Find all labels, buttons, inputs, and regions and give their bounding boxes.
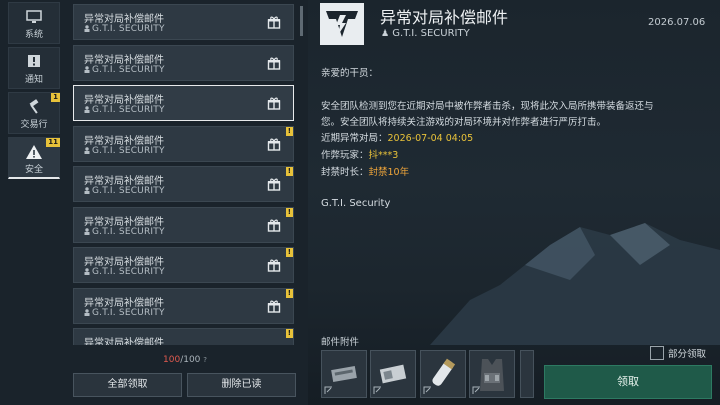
attachment-slot-partial[interactable] bbox=[520, 350, 534, 398]
monitor-icon bbox=[26, 10, 42, 23]
gift-icon bbox=[267, 219, 281, 232]
mail-list-item[interactable]: ! 异常对局补偿邮件 G.T.I. SECURITY bbox=[73, 166, 294, 202]
gti-logo-icon bbox=[326, 11, 358, 37]
mail-list-item[interactable]: 异常对局补偿邮件 G.T.I. SECURITY bbox=[73, 44, 294, 81]
nav-tab-notice[interactable]: 通知 bbox=[8, 47, 60, 89]
match-info: 近期异常对局：2026-07-04 04:05 bbox=[321, 133, 474, 144]
mail-greeting: 亲爱的干员： bbox=[321, 68, 379, 79]
unread-flag: ! bbox=[285, 329, 293, 338]
mail-body-line: 安全团队检测到您在近期对局中被作弊者击杀，现将此次入局所携带装备返还与 bbox=[321, 101, 654, 112]
item-corner-icon bbox=[373, 386, 381, 394]
mail-subject: 异常对局补偿邮件 bbox=[84, 54, 164, 66]
mail-list-item[interactable]: ! 异常对局补偿邮件 G.T.I. SECURITY bbox=[73, 247, 294, 283]
ban-info: 封禁时长：封禁10年 bbox=[321, 167, 410, 178]
nav-tab-system[interactable]: 系统 bbox=[8, 2, 60, 44]
item-corner-icon bbox=[472, 386, 480, 394]
mail-list-scrollbar[interactable] bbox=[300, 6, 303, 36]
mountain-backdrop bbox=[430, 223, 720, 345]
mail-list-item[interactable]: ! 异常对局补偿邮件 G.T.I. SECURITY bbox=[73, 287, 294, 324]
mail-subject: 异常对局补偿邮件 bbox=[84, 95, 164, 106]
nav-tab-trade[interactable]: 1 交易行 bbox=[8, 92, 60, 134]
mail-sender: G.T.I. SECURITY bbox=[84, 65, 165, 75]
mail-detail-sender: ♟ G.T.I. SECURITY bbox=[381, 28, 470, 39]
claim-all-button[interactable]: 全部领取 bbox=[73, 373, 182, 397]
badge-count: 11 bbox=[46, 138, 60, 147]
mail-list-item[interactable]: ! 异常对局补偿邮件 G.T.I. SECURITY bbox=[73, 125, 294, 162]
info-icon: ? bbox=[203, 356, 207, 364]
attachment-slot[interactable] bbox=[469, 350, 515, 398]
mail-detail-title: 异常对局补偿邮件 bbox=[380, 8, 509, 27]
partial-claim-checkbox[interactable] bbox=[650, 346, 664, 360]
person-icon bbox=[84, 65, 90, 73]
gift-icon bbox=[267, 138, 281, 151]
claim-button[interactable]: 领取 bbox=[544, 365, 712, 399]
partial-claim-label: 部分领取 bbox=[668, 349, 707, 360]
unread-flag: ! bbox=[285, 126, 293, 136]
mail-list-item-selected[interactable]: 异常对局补偿邮件 G.T.I. SECURITY bbox=[73, 85, 294, 121]
gift-icon bbox=[267, 97, 281, 110]
mail-list-item[interactable]: ! 异常对局补偿邮件 bbox=[73, 328, 294, 345]
warning-icon bbox=[26, 145, 42, 159]
person-icon bbox=[84, 187, 90, 194]
delete-read-button[interactable]: 删除已读 bbox=[187, 373, 296, 397]
gift-icon bbox=[267, 16, 281, 29]
person-icon bbox=[84, 268, 90, 275]
person-icon bbox=[84, 106, 90, 113]
mail-sender: G.T.I. SECURITY bbox=[84, 105, 165, 115]
attachment-slot[interactable] bbox=[370, 350, 416, 398]
gift-icon bbox=[267, 178, 281, 191]
mail-sender: G.T.I. SECURITY bbox=[84, 146, 165, 156]
nav-tab-label: 安全 bbox=[24, 165, 43, 175]
person-icon bbox=[84, 146, 90, 154]
mail-sender: G.T.I. SECURITY bbox=[84, 227, 165, 237]
mail-signature: G.T.I. Security bbox=[321, 198, 391, 209]
unread-flag: ! bbox=[285, 288, 293, 298]
gift-icon bbox=[267, 57, 281, 70]
item-corner-icon bbox=[423, 386, 431, 394]
nav-tab-label: 通知 bbox=[24, 75, 43, 85]
nav-tab-label: 交易行 bbox=[20, 120, 48, 130]
cheater-info: 作弊玩家：抖***3 bbox=[321, 150, 399, 161]
mail-sender: G.T.I. SECURITY bbox=[84, 267, 165, 277]
mail-subject: 异常对局补偿邮件 bbox=[84, 338, 164, 345]
mail-list[interactable]: 异常对局补偿邮件 G.T.I. SECURITY 异常对局补偿邮件 G.T.I.… bbox=[73, 0, 296, 345]
mail-subject: 异常对局补偿邮件 bbox=[84, 297, 164, 309]
sender-logo bbox=[320, 3, 364, 45]
person-icon bbox=[84, 308, 90, 316]
badge-count: 1 bbox=[51, 93, 60, 102]
attachment-slot[interactable] bbox=[420, 350, 466, 398]
mail-sender: G.T.I. SECURITY bbox=[84, 24, 165, 34]
mail-sender: G.T.I. SECURITY bbox=[84, 186, 165, 196]
mail-list-item[interactable]: ! 异常对局补偿邮件 G.T.I. SECURITY bbox=[73, 206, 294, 243]
mail-list-item[interactable]: 异常对局补偿邮件 G.T.I. SECURITY bbox=[73, 4, 294, 40]
mail-subject: 异常对局补偿邮件 bbox=[84, 135, 164, 147]
unread-flag: ! bbox=[285, 167, 293, 176]
person-icon bbox=[84, 25, 90, 32]
notice-icon bbox=[28, 55, 40, 67]
gift-icon bbox=[267, 259, 281, 272]
mail-sender: G.T.I. SECURITY bbox=[84, 308, 165, 318]
person-icon bbox=[84, 227, 90, 235]
hammer-icon bbox=[29, 99, 39, 114]
mail-subject: 异常对局补偿邮件 bbox=[84, 216, 164, 228]
mail-body-line: 您。安全团队将持续关注游戏的对局环境并对作弊者进行严厉打击。 bbox=[321, 117, 607, 128]
nav-tab-security[interactable]: 11 安全 bbox=[8, 137, 60, 179]
gift-icon bbox=[267, 300, 281, 313]
mail-subject: 异常对局补偿邮件 bbox=[84, 176, 164, 187]
mail-detail-date: 2026.07.06 bbox=[648, 17, 706, 28]
mail-subject: 异常对局补偿邮件 bbox=[84, 257, 164, 268]
unread-flag: ! bbox=[285, 248, 293, 257]
item-corner-icon bbox=[324, 386, 332, 394]
unread-flag: ! bbox=[285, 207, 293, 217]
mail-subject: 异常对局补偿邮件 bbox=[84, 14, 164, 25]
person-icon: ♟ bbox=[381, 29, 390, 39]
attachment-slot[interactable] bbox=[321, 350, 367, 398]
mail-count: 100/100 ? bbox=[163, 355, 207, 365]
nav-tab-label: 系统 bbox=[24, 30, 43, 40]
attachments-label: 邮件附件 bbox=[321, 337, 360, 348]
